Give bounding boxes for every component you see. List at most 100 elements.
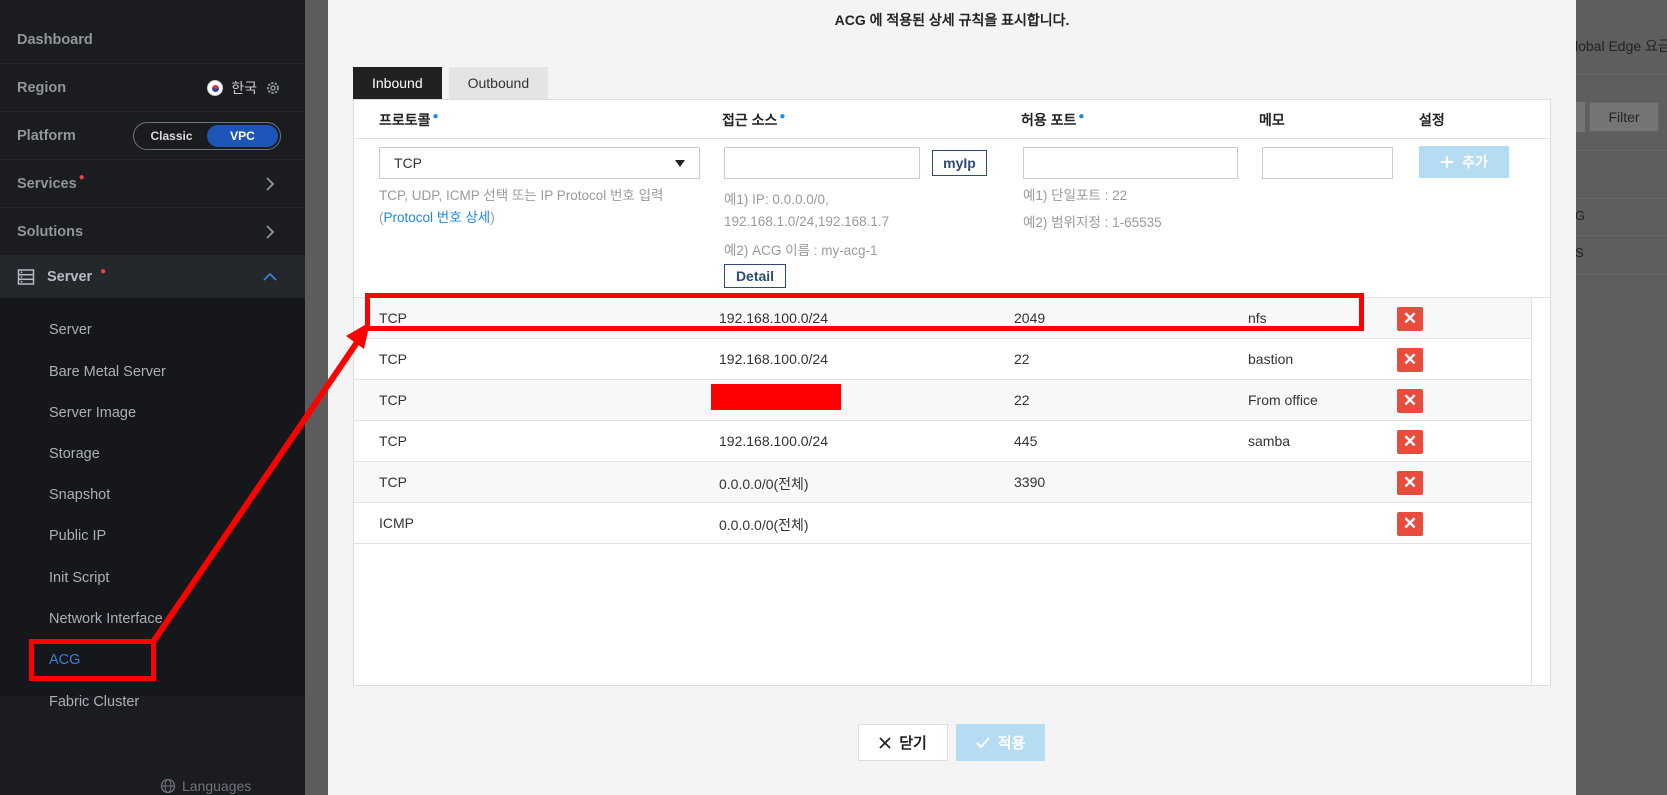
background-right-panel: lobal Edge 요금 Filter G S	[1575, 0, 1667, 795]
source-help: 예1) IP: 0.0.0.0/0, 192.168.1.0/24,192.16…	[724, 192, 890, 258]
modal-footer: 닫기 적용	[858, 724, 1045, 761]
rule-protocol: TCP	[379, 474, 407, 490]
rule-source: 192.168.100.0/24	[719, 351, 828, 367]
chevron-right-icon	[266, 225, 275, 239]
highlight-box-acg	[29, 639, 156, 681]
region-value: 한국	[231, 79, 257, 96]
add-label: 추가	[1462, 154, 1488, 170]
rule-protocol: TCP	[379, 433, 407, 449]
globe-icon	[160, 778, 176, 794]
sidebar-subitem-snapshot[interactable]: Snapshot	[49, 487, 110, 503]
delete-rule-button[interactable]: ✕	[1397, 307, 1423, 331]
gear-icon[interactable]	[265, 80, 281, 96]
sidebar-subitem-storage[interactable]: Storage	[49, 446, 100, 462]
column-header-source: 접근 소스 ●	[722, 111, 786, 128]
sidebar-item-label: Server	[47, 269, 93, 285]
delete-rule-button[interactable]: ✕	[1397, 512, 1423, 536]
platform-classic-option[interactable]: Classic	[136, 125, 207, 147]
languages-menu[interactable]: Languages	[160, 778, 251, 794]
rule-port: 22	[1014, 392, 1030, 408]
delete-rule-button[interactable]: ✕	[1397, 348, 1423, 372]
platform-vpc-option[interactable]: VPC	[207, 124, 278, 147]
sidebar-subitem-server[interactable]: Server	[49, 322, 92, 338]
rule-source: 192.168.100.0/24	[719, 433, 828, 449]
sidebar-item-services[interactable]: Services ●	[0, 160, 305, 208]
sidebar-item-region[interactable]: Region 한국	[0, 64, 305, 112]
sidebar-item-dashboard[interactable]: Dashboard	[0, 16, 305, 64]
rule-protocol: TCP	[379, 392, 407, 408]
sidebar-subitem-fabric-cluster[interactable]: Fabric Cluster	[49, 694, 139, 710]
sidebar-subitem-network-interface[interactable]: Network Interface	[49, 611, 163, 627]
sidebar-item-label: Platform	[17, 127, 76, 144]
column-header-port: 허용 포트 ●	[1021, 111, 1085, 128]
sidebar-item-label: Region	[17, 79, 67, 96]
protocol-select[interactable]: TCP	[379, 147, 700, 179]
notification-dot: ●	[78, 172, 85, 183]
sidebar-subitem-bare-metal-server[interactable]: Bare Metal Server	[49, 364, 166, 380]
sidebar-item-label: Services	[17, 175, 77, 192]
rules-panel: 프로토콜 ● 접근 소스 ● 허용 포트 ● 메모 설정 TCP myIp 추가 TC…	[353, 99, 1551, 686]
plus-icon	[1441, 156, 1454, 168]
rule-source: 0.0.0.0/0(전체)	[719, 476, 809, 492]
column-header-protocol: 프로토콜 ●	[379, 111, 439, 128]
rule-port: 3390	[1014, 474, 1046, 490]
table-row: TCP 192.168.100.0/24 22 bastion ✕	[354, 339, 1531, 380]
port-input[interactable]	[1023, 147, 1238, 179]
bg-row-letter: G	[1575, 208, 1586, 223]
sidebar-item-server[interactable]: Server ●	[0, 256, 305, 298]
close-button[interactable]: 닫기	[858, 724, 948, 761]
sidebar-item-platform: Platform Classic VPC	[0, 112, 305, 160]
apply-label: 적용	[997, 735, 1026, 752]
delete-rule-button[interactable]: ✕	[1397, 389, 1423, 413]
bg-row-letter: S	[1575, 245, 1584, 260]
rule-protocol: TCP	[379, 351, 407, 367]
chevron-up-icon	[263, 272, 277, 281]
rule-memo: bastion	[1248, 351, 1294, 367]
platform-toggle[interactable]: Classic VPC	[133, 121, 281, 150]
rule-memo: samba	[1248, 433, 1291, 449]
sidebar-subitem-public-ip[interactable]: Public IP	[49, 528, 106, 544]
table-row: TCP 22 From office ✕	[354, 380, 1531, 421]
chevron-right-icon	[266, 177, 275, 191]
memo-input[interactable]	[1262, 147, 1393, 179]
rule-tabs: Inbound Outbound	[353, 67, 549, 99]
column-header-memo: 메모	[1259, 112, 1285, 128]
check-icon	[975, 736, 990, 748]
sidebar-subitem-init-script[interactable]: Init Script	[49, 570, 109, 586]
delete-rule-button[interactable]: ✕	[1397, 430, 1423, 454]
add-rule-button[interactable]: 추가	[1419, 146, 1509, 178]
port-help: 예1) 단일포트 : 22 예2) 범위지정 : 1-65535	[1023, 188, 1162, 230]
apply-button[interactable]: 적용	[956, 724, 1045, 761]
highlight-box-nfs-rule	[365, 293, 1364, 331]
server-icon	[17, 269, 35, 285]
server-submenu	[0, 256, 305, 696]
sidebar-subitem-server-image[interactable]: Server Image	[49, 405, 136, 421]
caret-down-icon	[675, 160, 685, 167]
sidebar-item-solutions[interactable]: Solutions	[0, 208, 305, 256]
column-header-settings: 설정	[1419, 112, 1445, 128]
search-icon	[1575, 102, 1585, 132]
protocol-help: TCP, UDP, ICMP 선택 또는 IP Protocol 번호 입력 (…	[379, 188, 664, 225]
protocol-number-detail-link[interactable]: Protocol 번호 상세	[384, 210, 491, 225]
delete-rule-button[interactable]: ✕	[1397, 471, 1423, 495]
filter-button[interactable]: Filter	[1589, 102, 1659, 132]
sidebar-item-label: Solutions	[17, 223, 84, 240]
close-icon	[879, 736, 891, 749]
tab-outbound[interactable]: Outbound	[448, 67, 549, 99]
tab-inbound[interactable]: Inbound	[353, 67, 442, 99]
modal-description: ACG 에 적용된 상세 규칙을 표시합니다.	[834, 12, 1070, 28]
detail-button[interactable]: Detail	[724, 264, 786, 288]
myip-button[interactable]: myIp	[932, 150, 987, 176]
sidebar-item-label: Dashboard	[17, 31, 93, 48]
table-row: ICMP 0.0.0.0/0(전체) ✕	[354, 503, 1531, 544]
close-label: 닫기	[899, 735, 927, 752]
global-edge-text: lobal Edge 요금	[1575, 38, 1667, 54]
table-row: TCP 192.168.100.0/24 445 samba ✕	[354, 421, 1531, 462]
rule-port: 22	[1014, 351, 1030, 367]
rule-port: 445	[1014, 433, 1038, 449]
table-row: TCP 0.0.0.0/0(전체) 3390 ✕	[354, 462, 1531, 503]
protocol-select-value: TCP	[394, 155, 422, 171]
rule-protocol: ICMP	[379, 515, 414, 531]
rule-source: 0.0.0.0/0(전체)	[719, 517, 809, 533]
source-input[interactable]	[724, 147, 920, 179]
